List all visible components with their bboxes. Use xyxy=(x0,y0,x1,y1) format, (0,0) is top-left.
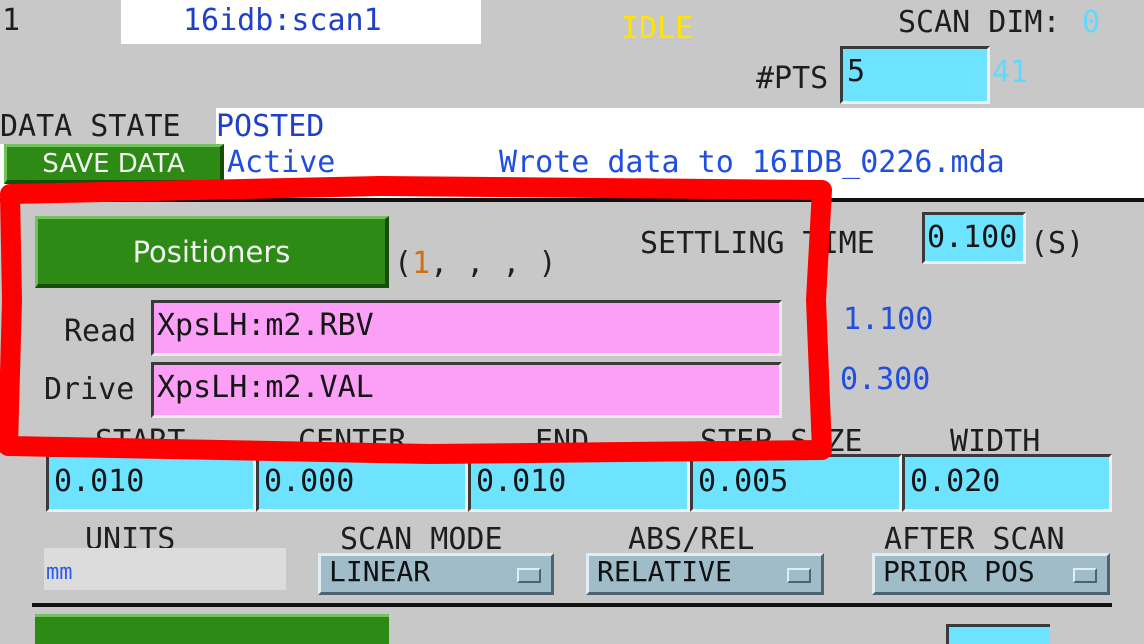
annotation-overlay xyxy=(0,176,832,464)
highlight-box xyxy=(0,176,832,464)
